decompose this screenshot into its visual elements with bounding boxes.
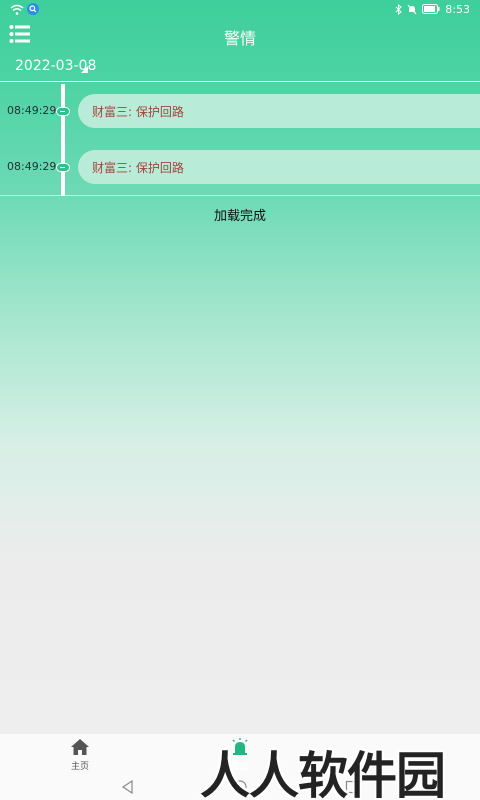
alarm-card[interactable]: 财富三: 保护回路 [78,150,480,184]
alarm-row[interactable]: 08:49:29 财富三: 保护回路 [0,150,480,184]
battery-icon [422,4,440,14]
load-status: 加载完成 [213,209,266,224]
alarm-timeline: 08:49:29 财富三: 保护回路 08:49:29 财富三: 保护回路 [0,84,480,196]
bottom-tab-bar: 主页 警情 [0,734,480,774]
wifi-icon [10,4,24,15]
status-time: 8:53 [445,2,470,16]
status-left [10,3,39,15]
home-circle-icon[interactable] [232,779,248,795]
tab-alarm-label: 警情 [230,762,249,772]
timeline-node-icon [56,163,70,172]
status-bar: 8:53 [0,0,480,18]
dropdown-caret-icon[interactable] [81,66,88,73]
alarm-text: 财富三: 保护回路 [92,105,184,119]
tab-home-label: 主页 [70,762,89,772]
system-nav-bar [0,774,480,800]
alarm-time: 08:49:29 [7,160,57,173]
timeline-node-icon [56,107,70,116]
alarm-time: 08:49:29 [7,104,57,117]
mute-icon [407,4,417,14]
alarm-text: 财富三: 保护回路 [92,161,184,175]
alarm-row[interactable]: 08:49:29 财富三: 保护回路 [0,94,480,128]
bluetooth-icon [395,3,403,15]
tab-home[interactable]: 主页 [50,738,110,774]
search-notification-icon [27,3,39,15]
status-right: 8:53 [395,3,470,16]
recents-icon[interactable] [344,779,360,795]
date-filter-bar: 2022-03-08 [0,56,480,82]
page-title: 警情 [223,29,256,48]
alarm-card[interactable]: 财富三: 保护回路 [78,94,480,128]
back-icon[interactable] [120,779,136,795]
home-icon [71,739,89,755]
app-bar: 警情 [0,18,480,52]
tab-alarm[interactable]: 警情 [210,738,270,774]
alarm-bell-icon [232,738,248,755]
